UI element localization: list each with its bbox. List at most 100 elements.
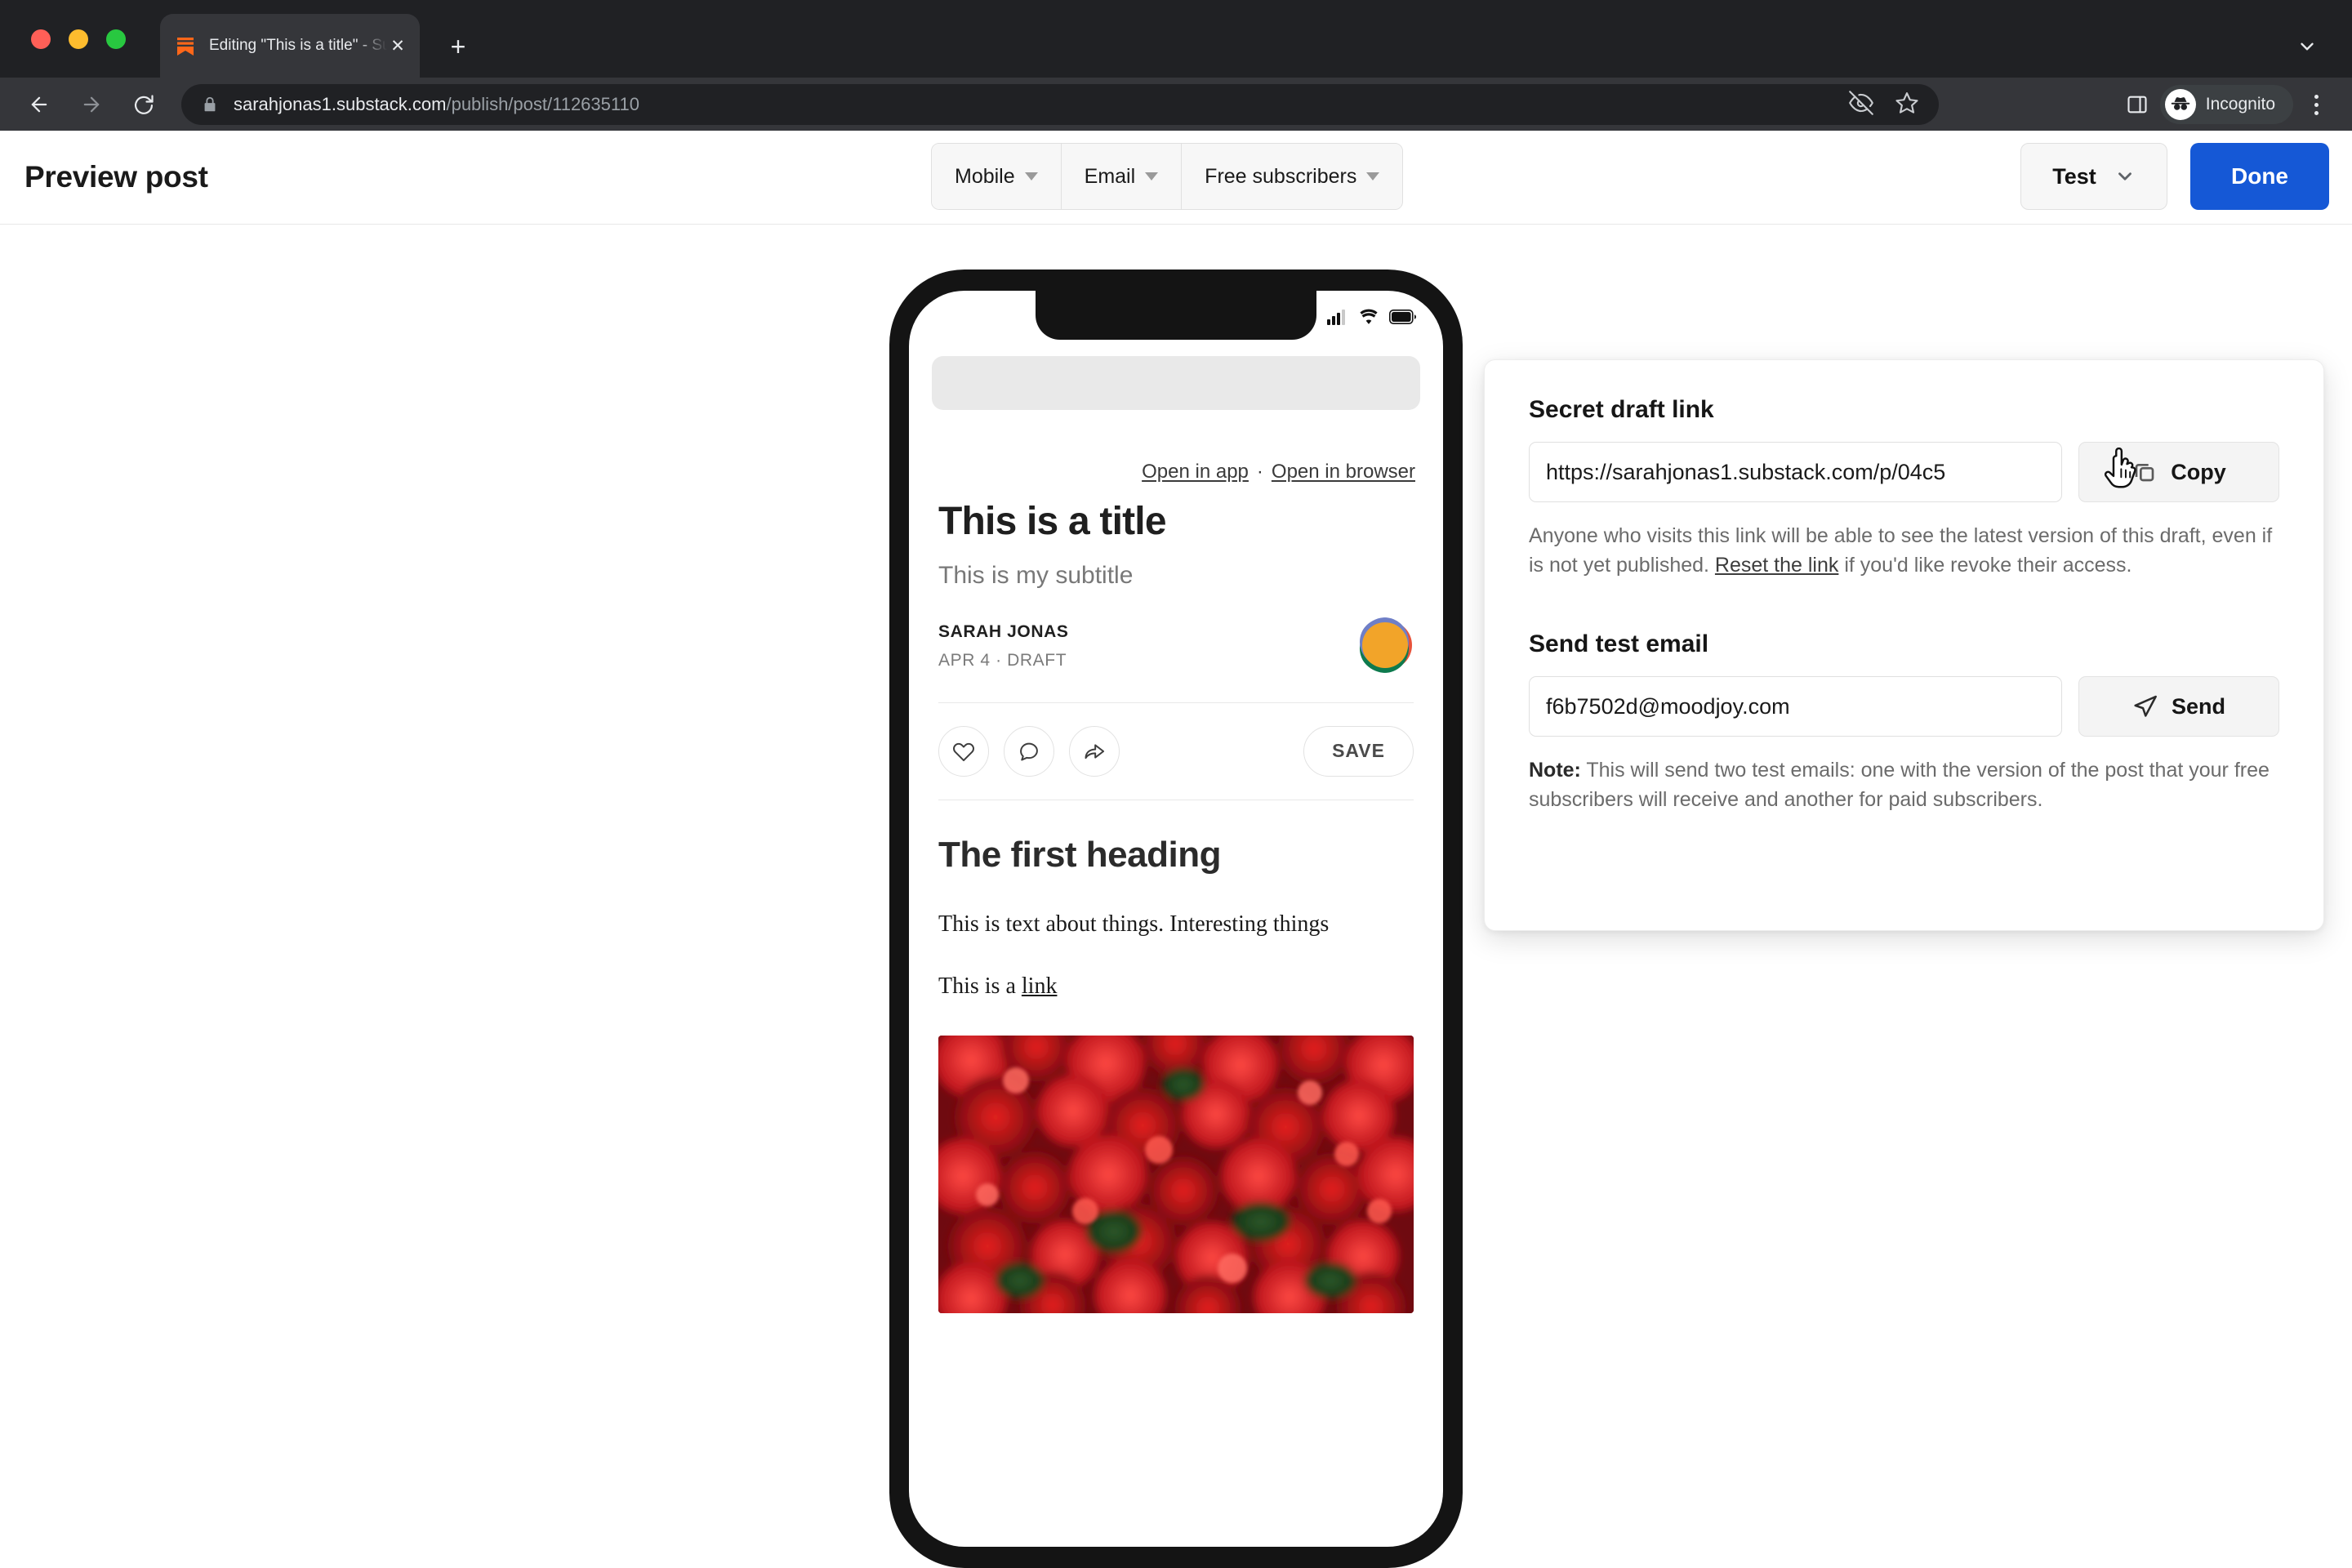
phone-screen: Open in app · Open in browser This is a … <box>909 291 1443 1547</box>
window-traffic-lights <box>31 29 126 49</box>
post-author: SARAH JONAS <box>938 621 1069 641</box>
browser-toolbar: sarahjonas1.substack.com/publish/post/11… <box>0 78 2352 131</box>
kebab-menu-icon[interactable] <box>2298 85 2334 124</box>
browser-chrome: Editing "This is a title" - Substa ✕ + s… <box>0 0 2352 131</box>
test-button[interactable]: Test <box>2020 143 2167 210</box>
reload-icon[interactable] <box>122 83 165 126</box>
view-switcher: Mobile Email Free subscribers <box>931 143 1404 210</box>
browser-chrome-placeholder-bar <box>932 356 1420 410</box>
open-links-row: Open in app · Open in browser <box>1142 461 1415 483</box>
share-icon[interactable] <box>1069 725 1120 777</box>
heart-icon[interactable] <box>938 725 989 777</box>
view-switcher-channel-label: Email <box>1084 164 1136 188</box>
reset-link[interactable]: Reset the link <box>1715 554 1838 577</box>
chevron-down-icon[interactable] <box>2292 31 2323 62</box>
post-content-heading: The first heading <box>938 834 1221 875</box>
maximize-window-button[interactable] <box>106 29 126 49</box>
inline-link[interactable]: link <box>1022 973 1058 999</box>
app-header: Preview post Mobile Email Free subscribe… <box>0 131 2352 225</box>
page-title: Preview post <box>24 160 208 194</box>
profile-incognito-button[interactable]: Incognito <box>2159 85 2293 124</box>
incognito-avatar-icon <box>2164 89 2196 120</box>
note-bold-label: Note: <box>1529 759 1581 782</box>
copy-icon <box>2135 464 2154 482</box>
chevron-down-icon <box>2118 172 2132 180</box>
byline-text-group: SARAH JONAS APR 4 · DRAFT <box>938 622 1068 670</box>
phone-status-icons <box>1327 309 1417 329</box>
copy-button-label: Copy <box>2171 459 2226 484</box>
view-switcher-device-label: Mobile <box>955 164 1015 188</box>
chevron-down-icon <box>1024 172 1038 180</box>
battery-icon <box>1389 310 1417 328</box>
browser-tab-title: Editing "This is a title" - Substa <box>209 37 387 54</box>
send-test-email-row: f6b7502d@moodjoy.com Send <box>1529 676 2279 737</box>
open-in-browser-link[interactable]: Open in browser <box>1272 461 1415 483</box>
browser-tab[interactable]: Editing "This is a title" - Substa ✕ <box>160 14 420 78</box>
profile-label: Incognito <box>2205 95 2275 114</box>
paragraph-2-text: This is a <box>938 973 1022 999</box>
red-flowers-photo <box>938 1035 1414 1313</box>
browser-tabstrip: Editing "This is a title" - Substa ✕ + <box>0 0 2352 78</box>
secret-draft-link-helper: Anyone who visits this link will be able… <box>1529 522 2279 580</box>
side-panel-icon[interactable] <box>2119 85 2155 124</box>
eye-slash-icon[interactable] <box>1849 90 1873 119</box>
forward-arrow-icon[interactable] <box>70 83 113 126</box>
send-test-email-section: Send test email f6b7502d@moodjoy.com Sen… <box>1529 630 2279 814</box>
paper-plane-icon <box>2134 695 2157 717</box>
link-separator: · <box>1256 461 1263 483</box>
save-button[interactable]: SAVE <box>1303 725 1414 777</box>
comment-icon[interactable] <box>1004 725 1054 777</box>
header-actions: Test Done <box>2020 143 2329 210</box>
omnibox-actions <box>1849 84 1919 125</box>
address-bar-url: sarahjonas1.substack.com/publish/post/11… <box>234 94 639 115</box>
lock-icon <box>201 96 219 114</box>
test-button-label: Test <box>2052 163 2096 189</box>
wifi-icon <box>1358 309 1379 329</box>
post-meta: APR 4 · DRAFT <box>938 650 1067 670</box>
post-paragraph-2: This is a link <box>938 973 1414 1000</box>
post-action-row: SAVE <box>938 725 1414 777</box>
send-test-email-note: Note: This will send two test emails: on… <box>1529 756 2279 814</box>
close-icon[interactable]: ✕ <box>387 35 408 56</box>
view-switcher-audience-label: Free subscribers <box>1205 164 1357 188</box>
cellular-signal-icon <box>1327 309 1348 329</box>
note-text: This will send two test emails: one with… <box>1529 759 2270 811</box>
done-button[interactable]: Done <box>2190 143 2329 210</box>
page-content: Preview post Mobile Email Free subscribe… <box>0 131 2352 1568</box>
close-window-button[interactable] <box>31 29 51 49</box>
chevron-down-icon <box>1145 172 1159 180</box>
view-switcher-device[interactable]: Mobile <box>932 144 1062 209</box>
minimize-window-button[interactable] <box>69 29 88 49</box>
back-arrow-icon[interactable] <box>18 83 60 126</box>
post-paragraph-1: This is text about things. Interesting t… <box>938 911 1330 937</box>
helper-after-text: if you'd like revoke their access. <box>1838 553 2132 577</box>
secret-draft-link-input[interactable]: https://sarahjonas1.substack.com/p/04c5 <box>1529 442 2062 502</box>
post-image <box>938 1035 1414 1313</box>
test-dropdown-panel: Secret draft link https://sarahjonas1.su… <box>1484 359 2324 931</box>
toolbar-right-cluster: Incognito <box>2119 82 2334 127</box>
url-path: /publish/post/112635110 <box>446 94 639 114</box>
post-title: This is a title <box>938 500 1167 543</box>
send-button[interactable]: Send <box>2078 676 2279 737</box>
open-in-app-link[interactable]: Open in app <box>1142 461 1249 483</box>
secret-draft-link-section: Secret draft link https://sarahjonas1.su… <box>1529 396 2279 580</box>
phone-mockup: Open in app · Open in browser This is a … <box>889 270 1463 1568</box>
post-preview-body: This is a title This is my subtitle SARA… <box>909 500 1443 1313</box>
new-tab-button[interactable]: + <box>441 29 475 64</box>
post-byline: SARAH JONAS APR 4 · DRAFT <box>938 617 1414 673</box>
send-button-label: Send <box>2171 693 2225 719</box>
secret-draft-link-label: Secret draft link <box>1529 396 1714 423</box>
send-test-email-input[interactable]: f6b7502d@moodjoy.com <box>1529 676 2062 737</box>
view-switcher-channel[interactable]: Email <box>1061 144 1183 209</box>
view-switcher-audience[interactable]: Free subscribers <box>1182 144 1403 209</box>
copy-button[interactable]: Copy <box>2078 442 2279 502</box>
chevron-down-icon <box>1366 172 1380 180</box>
secret-draft-link-row: https://sarahjonas1.substack.com/p/04c5 … <box>1529 442 2279 502</box>
star-icon[interactable] <box>1895 91 1919 119</box>
send-test-email-label: Send test email <box>1529 630 1709 657</box>
post-subtitle: This is my subtitle <box>938 561 1134 589</box>
avatar[interactable] <box>1358 617 1414 673</box>
post-reaction-buttons <box>938 725 1120 777</box>
url-host: sarahjonas1.substack.com <box>234 94 447 114</box>
address-bar[interactable]: sarahjonas1.substack.com/publish/post/11… <box>181 84 1939 125</box>
